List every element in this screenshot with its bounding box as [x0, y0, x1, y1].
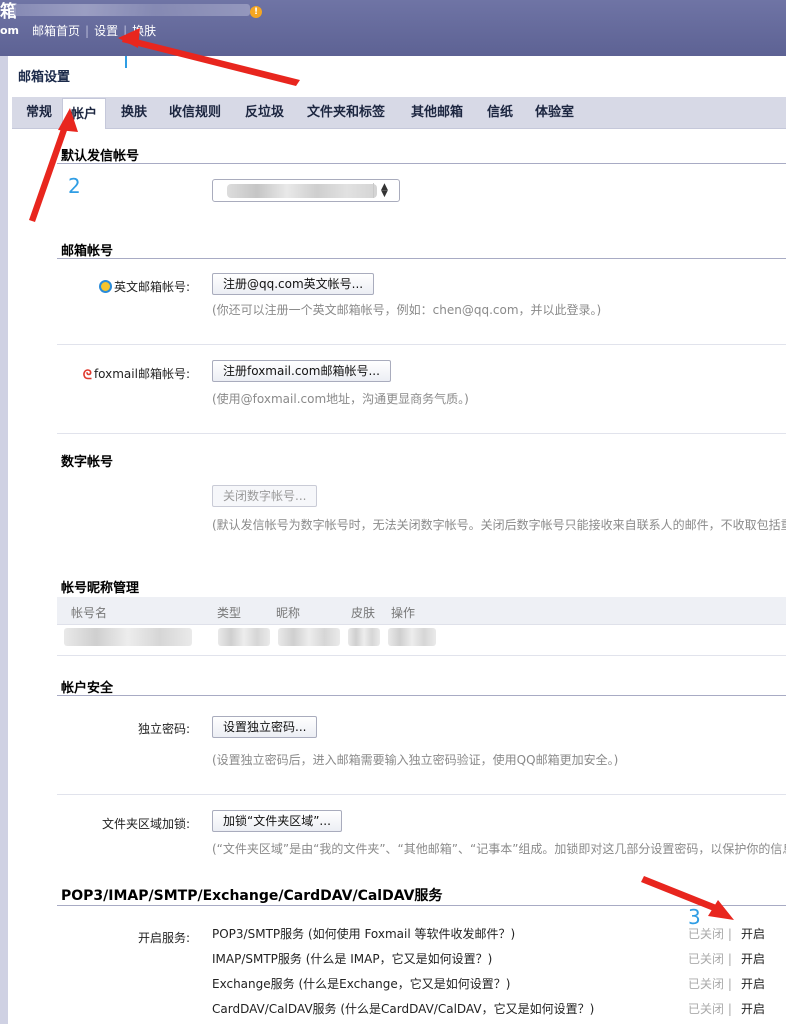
independent-password-hint: (设置独立密码后，进入邮箱需要输入独立密码验证，使用QQ邮箱更加安全。)	[212, 753, 619, 767]
section-line	[57, 905, 786, 906]
tab-other-mailboxes[interactable]: 其他邮箱	[403, 97, 471, 129]
nav-skin[interactable]: 换肤	[132, 24, 156, 38]
divider	[57, 655, 786, 656]
column-nickname: 昵称	[276, 606, 301, 620]
redacted-actions	[388, 628, 436, 646]
section-account-security: 帐户安全	[61, 681, 114, 696]
service-exchange[interactable]: Exchange服务 (什么是Exchange，它又是如何设置？)	[212, 975, 510, 992]
service-status: 已关闭 |	[688, 952, 732, 966]
column-account-name: 帐号名	[71, 606, 108, 620]
divider	[57, 794, 786, 795]
english-account-hint: (你还可以注册一个英文邮箱帐号，例如：chen@qq.com，并以此登录。)	[212, 303, 602, 317]
column-type: 类型	[217, 606, 242, 620]
tab-folders-labels[interactable]: 文件夹和标签	[299, 97, 393, 129]
tab-account[interactable]: 帐户	[62, 98, 107, 130]
service-carddav-caldav[interactable]: CardDAV/CalDAV服务 (什么是CardDAV/CalDAV，它又是如…	[212, 1000, 594, 1017]
qq-icon	[98, 280, 112, 293]
service-status: 已关闭 |	[688, 1002, 732, 1016]
enable-services-label: 开启服务:	[137, 931, 190, 945]
tab-antispam[interactable]: 反垃圾	[237, 97, 292, 129]
folder-lock-label: 文件夹区域加锁:	[101, 817, 190, 831]
enable-carddav-button[interactable]: 开启	[741, 1000, 765, 1017]
warning-icon[interactable]: !	[250, 6, 262, 18]
tab-rules[interactable]: 收信规则	[161, 97, 229, 129]
nav-settings[interactable]: 设置	[94, 24, 118, 38]
section-default-sender: 默认发信帐号	[61, 149, 140, 164]
close-numeric-account-button[interactable]: 关闭数字帐号...	[212, 485, 318, 507]
top-bar: 箱 om ! 邮箱首页 | 设置 | 换肤	[0, 0, 786, 56]
redacted-sender-value	[227, 184, 377, 198]
divider	[57, 433, 786, 434]
redacted-type	[218, 628, 270, 646]
enable-pop3-button[interactable]: 开启	[741, 925, 765, 942]
default-sender-select[interactable]: ▲ ▼	[212, 179, 400, 202]
logo-fragment-domain: om	[0, 24, 20, 37]
annotation-step-2: 2	[68, 174, 81, 198]
section-line	[57, 258, 786, 259]
nav-mail-home[interactable]: 邮箱首页	[32, 24, 80, 38]
tab-stationery[interactable]: 信纸	[479, 97, 521, 129]
service-imap-smtp[interactable]: IMAP/SMTP服务 (什么是 IMAP，它又是如何设置？)	[212, 950, 492, 967]
top-nav: 邮箱首页 | 设置 | 换肤	[32, 24, 157, 38]
tab-general[interactable]: 常规	[18, 97, 60, 129]
lock-folder-area-button[interactable]: 加锁“文件夹区域”...	[212, 810, 342, 832]
settings-tabs: 常规 帐户 换肤 收信规则 反垃圾 文件夹和标签 其他邮箱 信纸 体验室	[12, 97, 786, 130]
tab-skin[interactable]: 换肤	[113, 97, 155, 129]
nickname-table-header: 帐号名 类型 昵称 皮肤 操作	[57, 597, 786, 625]
register-foxmail-account-button[interactable]: 注册foxmail.com邮箱帐号...	[212, 360, 391, 382]
foxmail-account-hint: (使用@foxmail.com地址，沟通更显商务气质。)	[212, 392, 469, 406]
section-mail-accounts: 邮箱帐号	[61, 244, 114, 259]
service-status: 已关闭 |	[688, 927, 732, 941]
foxmail-account-label: ᘓ foxmail邮箱帐号:	[60, 365, 190, 382]
section-line	[57, 695, 786, 696]
section-numeric-account: 数字帐号	[61, 455, 114, 470]
updown-arrows-icon: ▲ ▼	[373, 183, 395, 199]
service-status: 已关闭 |	[688, 977, 732, 991]
folder-lock-hint: (“文件夹区域”是由“我的文件夹”、“其他邮箱”、“记事本”组成。加锁即对这几部…	[212, 842, 786, 856]
column-actions: 操作	[391, 606, 416, 620]
section-services: POP3/IMAP/SMTP/Exchange/CardDAV/CalDAV服务	[61, 888, 443, 904]
annotation-mark-1	[125, 56, 127, 68]
foxmail-icon: ᘓ	[82, 368, 92, 383]
redacted-account-title	[14, 4, 250, 16]
service-pop3-smtp[interactable]: POP3/SMTP服务 (如何使用 Foxmail 等软件收发邮件？)	[212, 925, 515, 942]
section-line	[57, 163, 786, 164]
column-skin: 皮肤	[351, 606, 376, 620]
divider	[57, 344, 786, 345]
numeric-account-hint: (默认发信帐号为数字帐号时，无法关闭数字帐号。关闭后数字帐号只能接收来自联系人的…	[212, 518, 786, 532]
register-english-account-button[interactable]: 注册@qq.com英文帐号...	[212, 273, 375, 295]
tab-lab[interactable]: 体验室	[527, 97, 582, 129]
redacted-skin	[348, 628, 380, 646]
independent-password-label: 独立密码:	[137, 722, 190, 736]
enable-imap-button[interactable]: 开启	[741, 950, 765, 967]
section-nickname-management: 帐号昵称管理	[61, 581, 140, 596]
redacted-nickname	[278, 628, 340, 646]
left-strip	[0, 56, 8, 1024]
english-account-label: 英文邮箱帐号:	[60, 278, 190, 295]
set-independent-password-button[interactable]: 设置独立密码...	[212, 716, 318, 738]
page-title: 邮箱设置	[18, 70, 71, 85]
redacted-account-name	[64, 628, 192, 646]
enable-exchange-button[interactable]: 开启	[741, 975, 765, 992]
